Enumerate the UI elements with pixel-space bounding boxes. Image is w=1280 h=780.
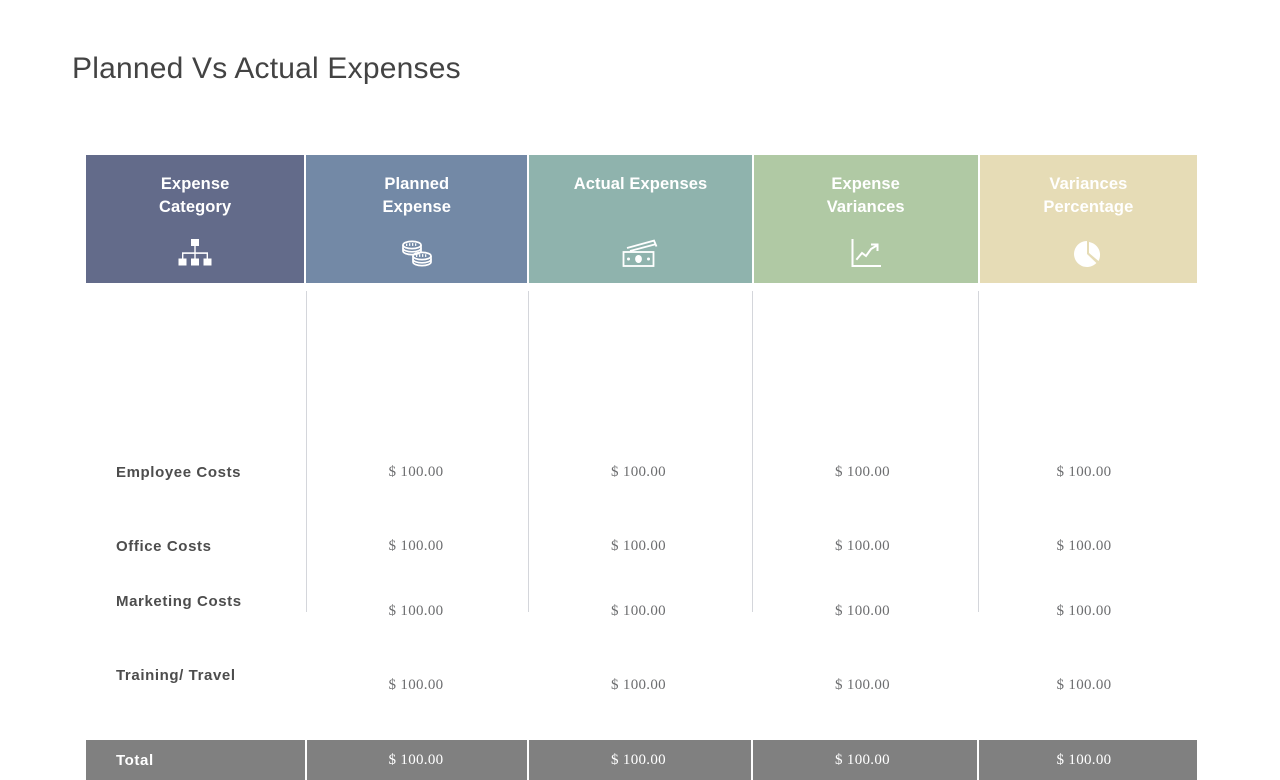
page-title: Planned Vs Actual Expenses (72, 52, 461, 85)
row-value-planned: $ 100.00 (388, 464, 444, 480)
column-divider (306, 291, 307, 612)
header-label-actual-expenses: Actual Expenses (573, 175, 708, 193)
row-value-actual: $ 100.00 (611, 464, 666, 480)
pie-chart-icon (980, 235, 1197, 269)
row-value-planned: $ 100.00 (388, 538, 444, 554)
header-label-expense-category: Expense Category (158, 175, 232, 216)
column-divider (752, 291, 753, 612)
row-value-planned: $ 100.00 (388, 603, 444, 619)
header-label-expense-variances: Expense Variances (826, 175, 905, 216)
total-value-actual: $ 100.00 (611, 751, 666, 768)
header-label-variances-percentage: Variances Percentage (1043, 175, 1134, 216)
total-divider (751, 740, 753, 780)
row-value-variance: $ 100.00 (835, 464, 890, 480)
row-value-variance: $ 100.00 (835, 677, 890, 693)
row-value-percentage: $ 100.00 (1056, 464, 1112, 480)
total-divider (977, 740, 979, 780)
table-row[interactable]: Employee Costs $ 100.00 $ 100.00 $ 100.0… (86, 464, 1197, 481)
row-label: Marketing Costs (116, 593, 242, 610)
header-cell-variances-percentage[interactable]: Variances Percentage (979, 155, 1197, 283)
column-divider (528, 291, 529, 612)
table-row[interactable]: Training/ Travel $ 100.00 $ 100.00 $ 100… (86, 667, 1197, 693)
column-divider (978, 291, 979, 612)
table-total-row[interactable]: Total $ 100.00 $ 100.00 $ 100.00 $ 100.0… (86, 740, 1197, 780)
total-divider (527, 740, 529, 780)
total-label: Total (116, 751, 154, 769)
row-label: Employee Costs (116, 464, 242, 481)
org-chart-icon (86, 235, 304, 269)
header-cell-expense-category[interactable]: Expense Category (86, 155, 305, 283)
table-body: Employee Costs $ 100.00 $ 100.00 $ 100.0… (86, 283, 1197, 780)
header-cell-actual-expenses[interactable]: Actual Expenses (529, 155, 752, 283)
row-value-percentage: $ 100.00 (1056, 603, 1112, 619)
banknote-icon (529, 235, 751, 269)
total-value-variance: $ 100.00 (835, 751, 890, 768)
row-value-planned: $ 100.00 (388, 677, 444, 693)
line-chart-icon (754, 235, 978, 269)
row-label: Office Costs (116, 538, 212, 555)
row-value-variance: $ 100.00 (835, 603, 890, 619)
total-divider (305, 740, 307, 780)
row-value-actual: $ 100.00 (611, 603, 666, 619)
row-value-percentage: $ 100.00 (1056, 538, 1112, 554)
total-value-percentage: $ 100.00 (1056, 751, 1112, 768)
total-value-planned: $ 100.00 (388, 751, 444, 768)
table-header-row: Expense Category Planned Expense Actual … (86, 155, 1197, 283)
table-row[interactable]: Marketing Costs $ 100.00 $ 100.00 $ 100.… (86, 593, 1197, 619)
row-value-percentage: $ 100.00 (1056, 677, 1112, 693)
row-value-actual: $ 100.00 (611, 538, 666, 554)
coin-stack-icon (306, 235, 527, 269)
table-row[interactable]: Office Costs $ 100.00 $ 100.00 $ 100.00 … (86, 538, 1197, 555)
row-value-variance: $ 100.00 (835, 538, 890, 554)
header-cell-planned-expense[interactable]: Planned Expense (306, 155, 528, 283)
header-label-planned-expense: Planned Expense (382, 175, 452, 216)
header-cell-expense-variances[interactable]: Expense Variances (753, 155, 978, 283)
expense-table: Expense Category Planned Expense Actual … (86, 155, 1197, 780)
row-value-actual: $ 100.00 (611, 677, 666, 693)
slide-canvas: Planned Vs Actual Expenses Expense Categ… (0, 0, 1280, 780)
row-label: Training/ Travel (116, 667, 236, 684)
